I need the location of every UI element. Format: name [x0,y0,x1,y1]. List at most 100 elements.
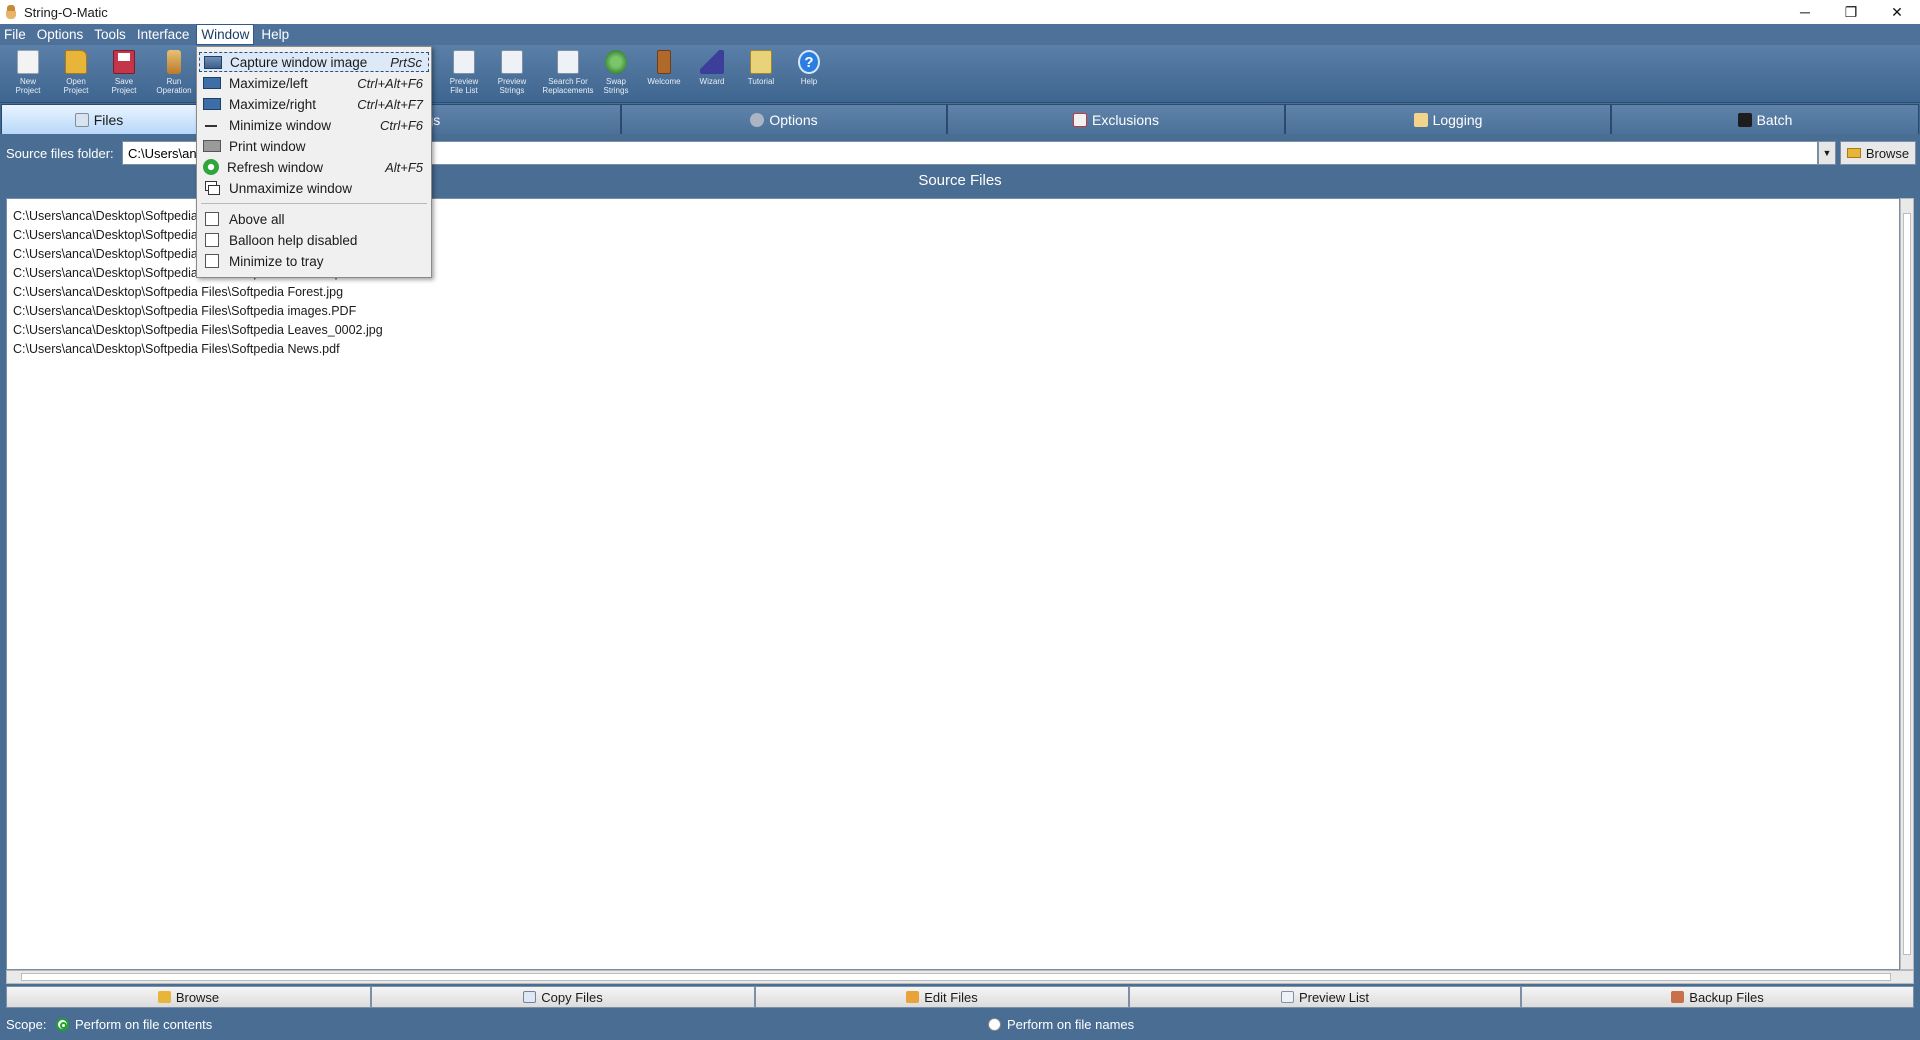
horizontal-scrollbar[interactable] [6,970,1914,984]
menu-print-window[interactable]: Print window [199,136,429,156]
search-replacements-button[interactable]: Search For Replacements [540,48,596,100]
toolbar-label: Welcome [647,77,681,86]
wizard-button[interactable]: Wizard [690,48,734,100]
radio-label: Perform on file contents [75,1017,213,1032]
open-project-button[interactable]: Open Project [54,48,98,100]
preview-strings-button[interactable]: Preview Strings [490,48,534,100]
menu-minimize-window[interactable]: Minimize window Ctrl+F6 [199,115,429,135]
tab-label: Exclusions [1092,111,1159,128]
swap-strings-button[interactable]: Swap Strings [594,48,638,100]
menu-interface[interactable]: Interface [133,24,194,45]
toolbar-label: Preview File List [449,77,479,95]
close-button[interactable]: ✕ [1874,0,1920,24]
menu-item-shortcut: PrtSc [390,54,422,70]
toolbar-label: New Project [15,77,41,95]
copy-icon [523,991,537,1003]
scroll-thumb[interactable] [1903,213,1911,955]
restore-button[interactable]: ❐ [1828,0,1874,24]
menu-separator [201,203,427,204]
browse-button[interactable]: Browse [6,986,371,1008]
menu-refresh-window[interactable]: Refresh window Alt+F5 [199,157,429,177]
list-item[interactable]: C:\Users\anca\Desktop\Softpedia Files\So… [13,302,1893,321]
window-menu-dropdown: Capture window image PrtSc Maximize/left… [196,46,432,278]
tab-label: Logging [1432,111,1483,128]
tab-logging[interactable]: Logging [1285,104,1611,134]
source-folder-label: Source files folder: [6,146,114,161]
scroll-thumb[interactable] [21,973,1891,981]
backup-files-button[interactable]: Backup Files [1521,986,1914,1008]
menu-maximize-left[interactable]: Maximize/left Ctrl+Alt+F6 [199,73,429,93]
title-bar: String-O-Matic ─ ❐ ✕ [0,0,1920,24]
toolbar-label: Open Project [63,77,89,95]
edit-files-button[interactable]: Edit Files [755,986,1129,1008]
scope-file-contents-radio[interactable]: Perform on file contents [56,1017,212,1032]
help-icon: ? [798,50,820,74]
tab-exclusions[interactable]: Exclusions [947,104,1285,134]
tab-options[interactable]: Options [621,104,947,134]
preview-list-button[interactable]: Preview List [1129,986,1521,1008]
tutorial-button[interactable]: Tutorial [739,48,783,100]
open-project-icon [65,50,87,74]
toolbar-label: Preview Strings [497,77,527,95]
camera-icon [204,55,222,69]
list-item[interactable]: C:\Users\anca\Desktop\Softpedia Files\So… [13,321,1893,340]
welcome-icon [657,50,671,74]
tab-label: Batch [1756,111,1793,128]
button-label: Copy Files [541,989,603,1005]
menu-options[interactable]: Options [33,24,88,45]
tab-label: Options [769,111,818,128]
menu-item-label: Maximize/left [229,75,308,91]
backup-icon [1671,991,1685,1003]
menu-capture-window-image[interactable]: Capture window image PrtSc [199,52,429,72]
copy-files-button[interactable]: Copy Files [371,986,755,1008]
run-operation-button[interactable]: Run Operation [152,48,196,100]
app-icon [4,4,18,20]
tab-batch[interactable]: Batch [1611,104,1919,134]
menu-item-label: Minimize to tray [229,253,324,269]
minimize-button[interactable]: ─ [1782,0,1828,24]
menu-balloon-help-disabled[interactable]: Balloon help disabled [199,230,429,250]
radio-label: Perform on file names [1007,1017,1135,1032]
tab-files[interactable]: Files [1,104,197,134]
menu-tools[interactable]: Tools [90,24,130,45]
menu-maximize-right[interactable]: Maximize/right Ctrl+Alt+F7 [199,94,429,114]
menu-window[interactable]: Window [196,24,255,45]
menu-item-shortcut: Ctrl+Alt+F7 [357,96,423,112]
chevron-down-icon[interactable]: ▼ [1818,141,1836,165]
tutorial-icon [750,50,772,74]
menu-item-label: Capture window image [230,54,368,70]
swap-strings-icon [605,50,627,74]
vertical-scrollbar[interactable] [1900,198,1914,970]
tab-label: Files [93,111,124,128]
menu-item-label: Balloon help disabled [229,232,358,248]
scope-file-names-radio[interactable]: Perform on file names [988,1017,1134,1032]
folder-icon [1846,148,1861,158]
log-icon [1413,112,1428,127]
welcome-button[interactable]: Welcome [642,48,686,100]
button-label: Preview List [1298,989,1370,1005]
window-controls: ─ ❐ ✕ [1782,0,1920,24]
menu-unmaximize-window[interactable]: Unmaximize window [199,178,429,198]
new-project-icon [17,50,39,74]
menu-minimize-to-tray[interactable]: Minimize to tray [199,251,429,271]
save-project-button[interactable]: Save Project [102,48,146,100]
radio-unchecked-icon [988,1018,1001,1031]
preview-file-list-button[interactable]: Preview File List [442,48,486,100]
menu-above-all[interactable]: Above all [199,209,429,229]
edit-icon [906,991,920,1003]
toolbar-label: Tutorial [747,77,775,86]
refresh-icon [203,159,219,175]
list-item[interactable]: C:\Users\anca\Desktop\Softpedia Files\So… [13,283,1893,302]
source-file-list[interactable]: C:\Users\anca\Desktop\Softpedia Files\So… [6,198,1900,970]
new-project-button[interactable]: New Project [6,48,50,100]
list-item[interactable]: C:\Users\anca\Desktop\Softpedia Files\So… [13,340,1893,359]
help-button[interactable]: ? Help [787,48,831,100]
preview-icon [1280,991,1294,1003]
unmaximize-icon [203,180,221,196]
console-icon [1737,112,1752,127]
menu-file[interactable]: File [0,24,30,45]
printer-icon [203,140,221,152]
menu-item-label: Minimize window [229,117,332,133]
browse-folder-button[interactable]: Browse [1840,141,1916,165]
menu-help[interactable]: Help [257,24,293,45]
